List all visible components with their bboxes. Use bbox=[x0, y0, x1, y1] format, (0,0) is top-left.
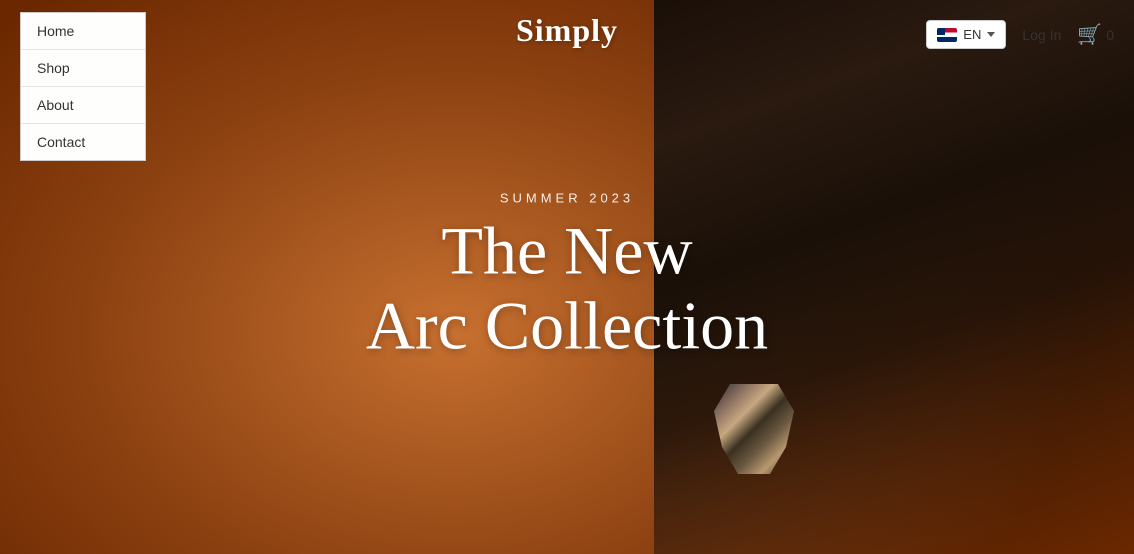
nav-item-about[interactable]: About bbox=[21, 87, 145, 124]
hero-title: The New Arc Collection bbox=[366, 214, 768, 364]
login-button[interactable]: Log In bbox=[1022, 27, 1061, 43]
nav-sidebar: Home Shop About Contact bbox=[20, 12, 146, 161]
cart-button[interactable]: 🛒 0 bbox=[1077, 22, 1114, 47]
hero-title-line1: The New bbox=[366, 214, 768, 289]
flag-icon bbox=[937, 28, 957, 42]
cart-count: 0 bbox=[1106, 27, 1114, 43]
nav-item-home[interactable]: Home bbox=[21, 13, 145, 50]
site-header: Home Shop About Contact Simply EN Log In… bbox=[0, 0, 1134, 173]
chevron-down-icon bbox=[987, 32, 995, 37]
hero-title-line2: Arc Collection bbox=[366, 289, 768, 364]
nav-item-shop[interactable]: Shop bbox=[21, 50, 145, 87]
header-right-controls: EN Log In 🛒 0 bbox=[926, 20, 1114, 49]
nav-item-contact[interactable]: Contact bbox=[21, 124, 145, 160]
hero-section: Home Shop About Contact Simply EN Log In… bbox=[0, 0, 1134, 554]
hero-content: SUMMER 2023 The New Arc Collection bbox=[366, 191, 768, 364]
cart-icon: 🛒 bbox=[1077, 22, 1102, 47]
language-selector[interactable]: EN bbox=[926, 20, 1006, 49]
hero-subtitle: SUMMER 2023 bbox=[366, 191, 768, 206]
lang-code: EN bbox=[963, 27, 981, 42]
site-logo[interactable]: Simply bbox=[516, 12, 618, 49]
